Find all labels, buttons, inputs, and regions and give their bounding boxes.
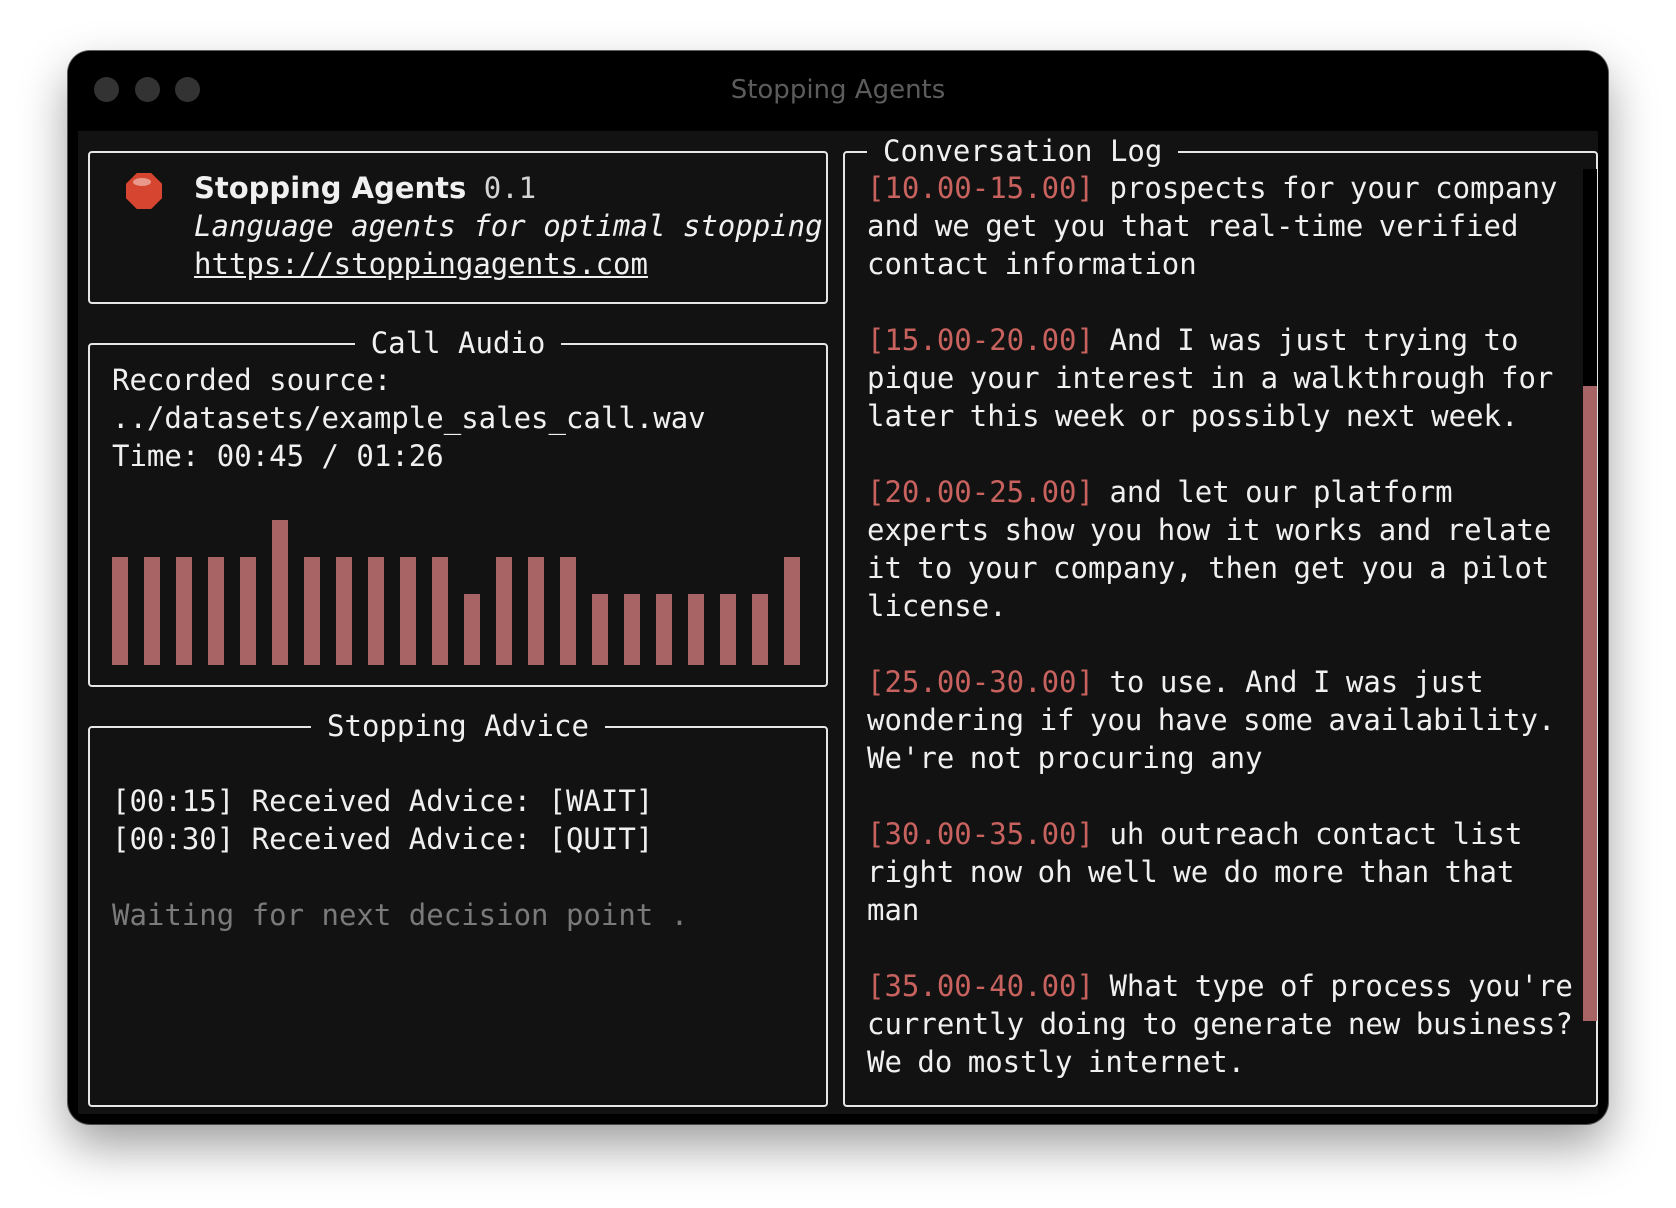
audio-level-bar	[528, 557, 544, 665]
audio-level-bar	[720, 594, 736, 665]
header-panel: Stopping Agents 0.1 Language agents for …	[88, 151, 828, 304]
audio-level-bar	[304, 557, 320, 665]
app-content: Stopping Agents 0.1 Language agents for …	[78, 131, 1598, 1124]
conversation-log-panel: Conversation Log [10.00-15.00] prospects…	[843, 134, 1598, 1124]
audio-level-bar	[240, 557, 256, 665]
app-name: Stopping Agents	[194, 171, 467, 205]
title-bar: Stopping Agents	[68, 51, 1608, 129]
app-version: 0.1	[483, 171, 537, 205]
log-entry: [35.00-40.00] What type of process you'r…	[867, 967, 1575, 1081]
log-entry: [10.00-15.00] prospects for your company…	[867, 169, 1575, 283]
app-window: Stopping Agents Stopping Agents 0.1 Lang…	[68, 51, 1608, 1124]
window-title: Stopping Agents	[730, 75, 946, 105]
log-entry: [20.00-25.00] and let our platform exper…	[867, 473, 1575, 625]
conversation-log-title: Conversation Log	[867, 134, 1179, 168]
audio-level-bar	[112, 557, 128, 665]
advice-status: Waiting for next decision point .	[112, 898, 689, 932]
audio-level-bar	[592, 594, 608, 665]
recorded-source-path: ../datasets/example_sales_call.wav	[112, 401, 706, 435]
advice-item: [00:15] Received Advice: [WAIT]	[112, 784, 654, 818]
audio-level-bar	[368, 557, 384, 665]
log-entry-text: Transcribing ...	[1094, 1121, 1386, 1124]
log-entry-timestamp: [25.00-30.00]	[867, 665, 1094, 699]
audio-level-bar	[176, 557, 192, 665]
audio-level-bar	[208, 557, 224, 665]
app-title-line: Stopping Agents 0.1	[194, 169, 536, 207]
log-entry-timestamp: [20.00-25.00]	[867, 475, 1094, 509]
log-entry-timestamp: [40.00-45.00]	[867, 1121, 1094, 1124]
call-audio-title: Call Audio	[354, 326, 562, 360]
audio-level-bar	[400, 557, 416, 665]
audio-level-bar	[432, 557, 448, 665]
audio-level-bar	[656, 594, 672, 665]
log-scrollbar-thumb[interactable]	[1583, 386, 1597, 1021]
log-entry: [40.00-45.00] Transcribing ...	[867, 1119, 1575, 1124]
audio-level-bar	[752, 594, 768, 665]
audio-level-bar	[688, 594, 704, 665]
audio-level-bar	[336, 557, 352, 665]
stop-sign-icon	[126, 173, 162, 209]
audio-level-bar	[464, 594, 480, 665]
app-subtitle: Language agents for optimal stopping	[194, 209, 823, 243]
advice-item: [00:30] Received Advice: [QUIT]	[112, 822, 654, 856]
log-entry-timestamp: [15.00-20.00]	[867, 323, 1094, 357]
log-entry-timestamp: [10.00-15.00]	[867, 171, 1094, 205]
call-audio-panel: Call Audio Recorded source: ../datasets/…	[88, 326, 828, 687]
recorded-source-label: Recorded source:	[112, 363, 392, 397]
audio-level-bar	[272, 520, 288, 665]
log-scrollbar[interactable]	[1583, 169, 1597, 1021]
log-entry: [30.00-35.00] uh outreach contact list r…	[867, 815, 1575, 929]
playback-time: Time: 00:45 / 01:26	[112, 439, 444, 473]
log-entry-timestamp: [30.00-35.00]	[867, 817, 1094, 851]
log-entry: [25.00-30.00] to use. And I was just won…	[867, 663, 1575, 777]
audio-level-bar	[144, 557, 160, 665]
website-link[interactable]: https://stoppingagents.com	[194, 245, 648, 283]
log-entry: [15.00-20.00] And I was just trying to p…	[867, 321, 1575, 435]
audio-level-bar	[624, 594, 640, 665]
audio-level-bars	[112, 513, 802, 665]
stopping-advice-panel: Stopping Advice [00:15] Received Advice:…	[88, 709, 828, 1107]
log-entry-timestamp: [35.00-40.00]	[867, 969, 1094, 1003]
audio-level-bar	[784, 557, 800, 665]
audio-level-bar	[560, 557, 576, 665]
conversation-log-list[interactable]: [10.00-15.00] prospects for your company…	[867, 169, 1575, 1124]
stopping-advice-title: Stopping Advice	[311, 709, 605, 743]
audio-level-bar	[496, 557, 512, 665]
